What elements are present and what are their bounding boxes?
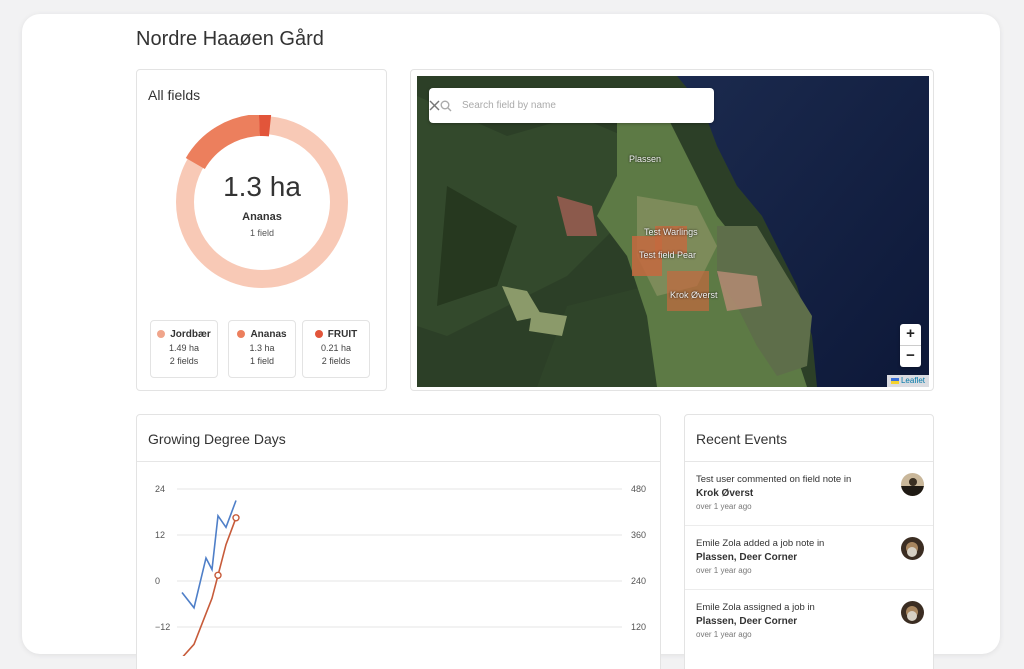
legend-dot-ananas <box>237 330 246 338</box>
y-left-tick: 12 <box>155 530 165 540</box>
y-right-tick: 120 <box>631 622 646 632</box>
event-item[interactable]: Test user commented on field note in Krok… <box>696 473 924 536</box>
donut-value: 1.3 ha <box>223 171 301 202</box>
map-field-label[interactable]: Krok Øverst <box>670 290 718 300</box>
divider <box>685 461 933 462</box>
user-avatar <box>901 537 924 560</box>
map-card: Plassen Test Warlings Test field Pear Kr… <box>410 69 934 391</box>
divider <box>685 589 933 590</box>
event-time: over 1 year ago <box>696 630 752 639</box>
y-left-tick: 24 <box>155 484 165 494</box>
gdd-title: Growing Degree Days <box>148 431 286 447</box>
all-fields-title: All fields <box>148 87 201 103</box>
donut-center: 1.3 ha Ananas 1 field <box>175 115 349 289</box>
user-avatar <box>901 473 924 496</box>
event-item[interactable]: Emile Zola added a job note in Plassen, D… <box>696 537 924 600</box>
legend-item-ananas[interactable]: Ananas 1.3 ha 1 field <box>228 320 296 378</box>
all-fields-card: All fields 1.3 ha Ananas 1 field Jordbær… <box>136 69 387 391</box>
legend-area: 0.21 ha <box>320 343 352 353</box>
event-description: Emile Zola added a job note in <box>696 538 825 549</box>
legend-count: 2 fields <box>169 356 199 366</box>
legend-count: 2 fields <box>321 356 351 366</box>
user-avatar <box>901 601 924 624</box>
donut-crop-name: Ananas <box>242 211 282 223</box>
map-field-label[interactable]: Test field Pear <box>639 250 696 260</box>
legend-area: 1.49 ha <box>168 343 200 353</box>
y-left-tick: 0 <box>155 576 160 586</box>
event-field-link[interactable]: Plassen, Deer Corner <box>696 616 797 627</box>
legend-item-jordbaer[interactable]: Jordbær 1.49 ha 2 fields <box>150 320 218 378</box>
field-search-input[interactable] <box>462 96 682 115</box>
clear-search-icon[interactable] <box>429 100 440 111</box>
map-field-label[interactable]: Plassen <box>629 154 661 164</box>
divider <box>685 525 933 526</box>
y-right-tick: 480 <box>631 484 646 494</box>
series-line-right[interactable] <box>182 517 237 656</box>
zoom-in-button[interactable]: + <box>900 324 921 345</box>
flag-icon <box>890 378 899 384</box>
page-title: Nordre Haaøen Gård <box>136 28 324 50</box>
map-field-label[interactable]: Test Warlings <box>644 227 698 237</box>
event-time: over 1 year ago <box>696 502 752 511</box>
zoom-out-button[interactable]: − <box>900 345 921 366</box>
y-right-tick: 240 <box>631 576 646 586</box>
series-line-left[interactable] <box>181 500 237 610</box>
legend-label: FRUIT <box>327 329 358 340</box>
legend-dot-jordbaer <box>157 330 166 338</box>
gdd-card: Growing Degree Days 24 12 0 −12 480 360 … <box>136 414 661 669</box>
data-point[interactable] <box>214 571 222 580</box>
event-field-link[interactable]: Plassen, Deer Corner <box>696 552 797 563</box>
legend-area: 1.3 ha <box>249 343 275 353</box>
event-description: Test user commented on field note in <box>696 474 852 485</box>
legend-count: 1 field <box>249 356 275 366</box>
search-icon <box>440 100 452 112</box>
donut-field-count: 1 field <box>249 228 275 238</box>
event-item[interactable]: Emile Zola assigned a job in Plassen, Dee… <box>696 601 924 664</box>
satellite-map[interactable]: Plassen Test Warlings Test field Pear Kr… <box>417 76 929 387</box>
event-description: Emile Zola assigned a job in <box>696 602 815 613</box>
legend-item-fruit[interactable]: FRUIT 0.21 ha 2 fields <box>302 320 370 378</box>
legend-label: Jordbær <box>170 329 211 340</box>
data-point[interactable] <box>232 514 240 522</box>
field-search-box <box>429 88 714 123</box>
y-right-tick: 360 <box>631 530 646 540</box>
y-left-tick: −12 <box>155 622 170 632</box>
gdd-chart: 24 12 0 −12 480 360 240 120 <box>155 484 646 656</box>
zoom-control: + − <box>900 324 921 367</box>
events-title: Recent Events <box>696 431 788 447</box>
event-field-link[interactable]: Krok Øverst <box>696 488 753 499</box>
map-attribution[interactable]: Leaflet <box>886 375 929 387</box>
legend-dot-fruit <box>314 330 323 338</box>
recent-events-card: Recent Events Test user commented on fie… <box>684 414 934 669</box>
event-time: over 1 year ago <box>696 566 752 575</box>
attribution-link[interactable]: Leaflet <box>901 376 925 385</box>
legend-label: Ananas <box>250 329 287 340</box>
